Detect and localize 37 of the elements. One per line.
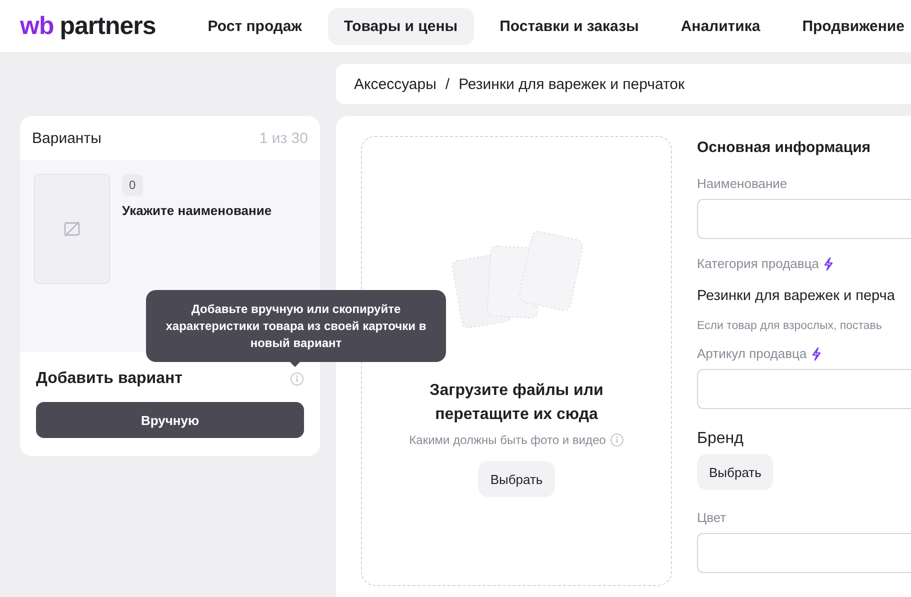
tooltip-arrow [289,361,301,367]
text-field[interactable] [697,533,911,573]
text-field[interactable] [697,369,911,409]
logo[interactable]: wb partners [20,12,156,40]
nav-tab[interactable]: Аналитика [664,8,776,44]
nav-tab[interactable]: Товары и цены [328,8,474,44]
field-label: Артикул продавца [697,346,807,361]
upload-title: Загрузите файлы или перетащите их сюда [428,381,604,425]
info-icon[interactable] [610,433,624,447]
section-title: Добавить вариант [36,370,182,388]
text-field[interactable] [697,199,911,239]
field-label: Цвет [697,510,726,525]
upload-hint: Какими должны быть фото и видео [409,433,606,447]
choose-button[interactable]: Выбрать [478,461,555,497]
variant-counter: 1 из 30 [259,130,308,146]
field-value: Резинки для варежек и перча [697,288,896,304]
field-label: Бренд [697,430,744,448]
breadcrumb-link[interactable]: Аксессуары [354,76,436,92]
info-icon[interactable] [290,372,304,386]
form-title: Основная информация [697,139,872,156]
field-label: Категория продавца [697,256,819,271]
lightning-icon [810,346,822,360]
nav-tab[interactable]: Рост продаж [192,8,318,44]
field-note: Если товар для взрослых, поставь [697,320,883,332]
breadcrumb-link[interactable]: Резинки для варежек и перчаток [458,76,685,92]
choose-button[interactable]: Выбрать [697,454,774,490]
manual-button[interactable]: Вручную [36,402,304,438]
nav-tab[interactable]: Продвижение [786,8,911,44]
variant-badge: 0 [122,174,143,196]
tooltip: Добавьте вручную или скопируйте характеристики товара из своей карточки в новый вариант [146,290,446,362]
lightning-icon [823,256,834,270]
no-image-icon [63,220,81,238]
nav-tab[interactable]: Поставки и заказы [484,8,655,44]
field-label: Наименование [697,176,788,191]
breadcrumb-separator: / [445,76,450,92]
variant-name: Укажите наименование [122,203,272,218]
card-title: Варианты [32,130,102,146]
